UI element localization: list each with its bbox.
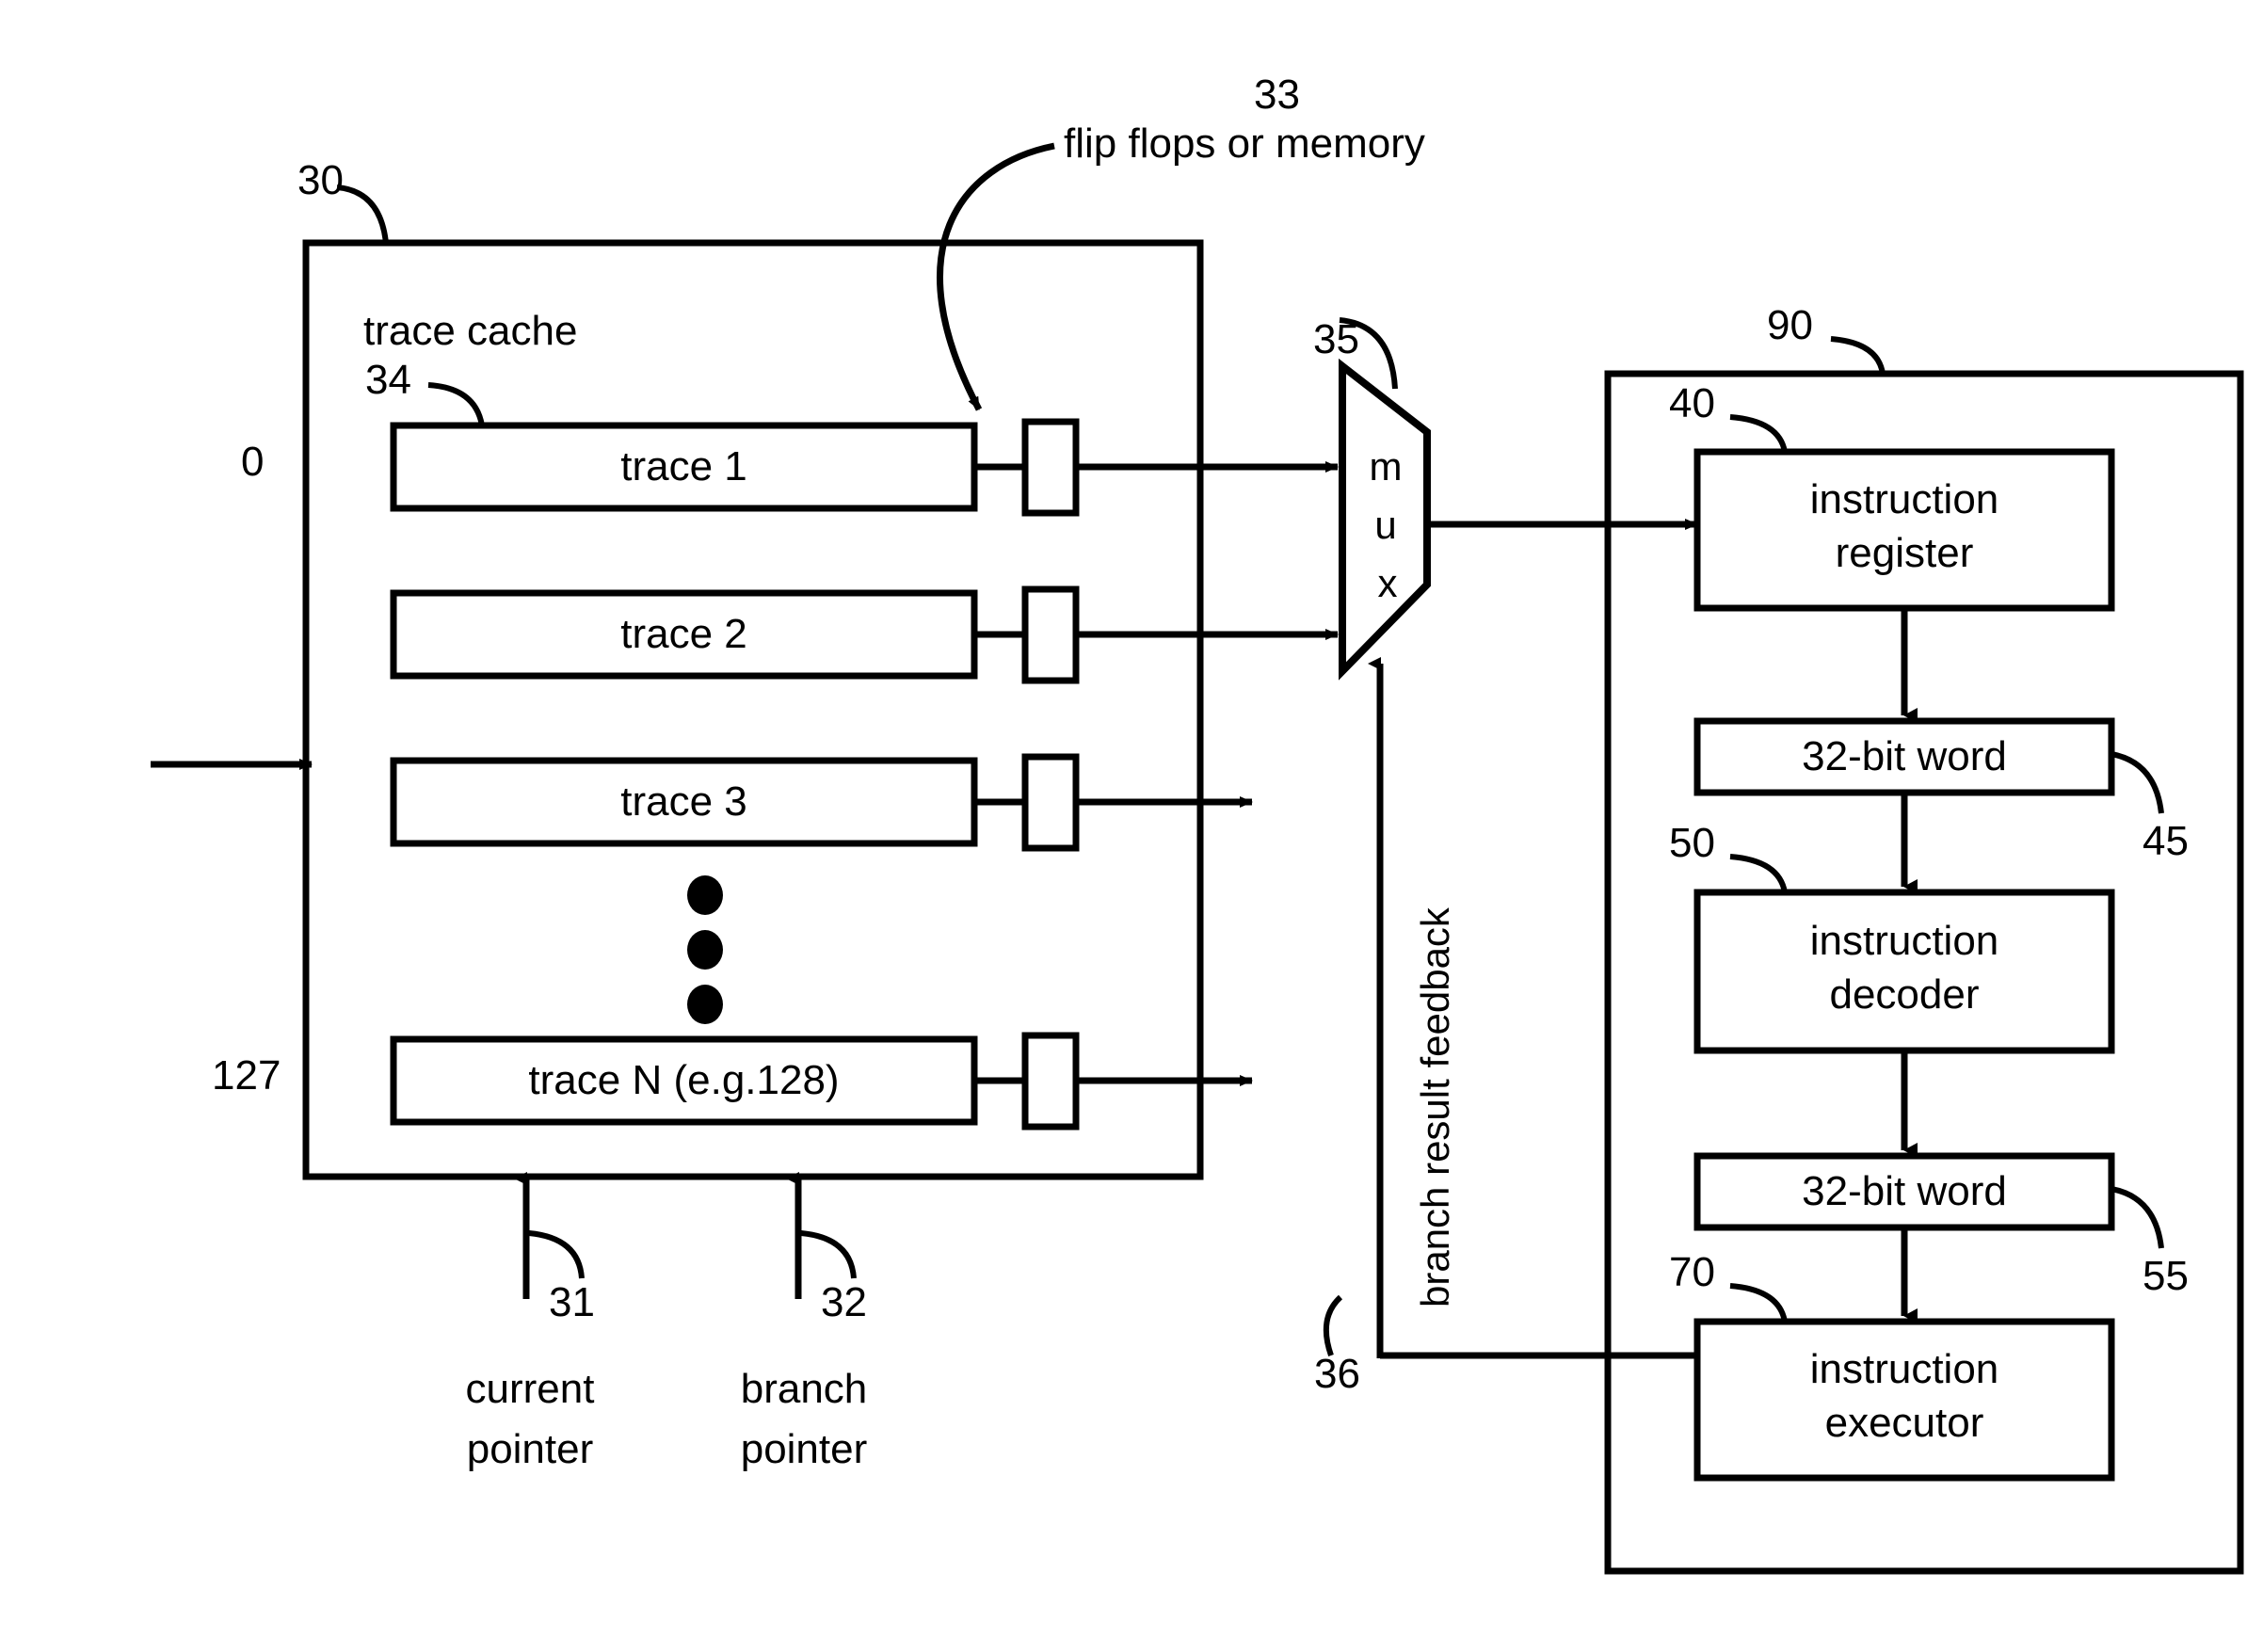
trace-row-label-n: trace N (e.g.128) — [528, 1057, 840, 1104]
leader-40 — [1729, 414, 1788, 453]
leader-36 — [1323, 1294, 1343, 1356]
flip-flop-box-1 — [1021, 418, 1080, 517]
current-pointer-label-line1: current — [465, 1366, 595, 1412]
leader-55 — [2111, 1186, 2164, 1249]
trace-row-label-2: trace 2 — [620, 611, 747, 658]
instruction-decoder-label-line2: decoder — [1829, 971, 1980, 1018]
ref-numeral-34: 34 — [365, 357, 411, 403]
ellipsis-dot-2 — [687, 930, 723, 970]
ref-numeral-32: 32 — [821, 1279, 867, 1325]
ellipsis-dot-1 — [687, 875, 723, 915]
figure-canvas: 30 trace cache 34 0 127 trace 1 trace 2 … — [0, 0, 2263, 1652]
mux-letter-m: m — [1369, 444, 1403, 489]
flip-flop-box-3 — [1021, 753, 1080, 852]
ref-numeral-50: 50 — [1669, 820, 1715, 866]
leader-34 — [427, 382, 485, 426]
branch-result-feedback-label: branch result feedback — [1413, 907, 1457, 1307]
ref-numeral-33: 33 — [1254, 72, 1300, 118]
instruction-decoder-label-line1: instruction — [1809, 918, 1999, 964]
trace-cache-label: trace cache — [363, 308, 578, 354]
branch-pointer-label-line1: branch — [740, 1366, 868, 1412]
ref-numeral-70: 70 — [1669, 1249, 1715, 1295]
ref-numeral-90: 90 — [1767, 302, 1813, 348]
ref-numeral-36: 36 — [1314, 1351, 1360, 1397]
trace-row-label-3: trace 3 — [620, 778, 747, 826]
ref-numeral-40: 40 — [1669, 380, 1715, 426]
instruction-executor-label-line2: executor — [1824, 1400, 1984, 1446]
mux-letter-x: x — [1377, 561, 1398, 605]
branch-pointer-label-line2: pointer — [740, 1426, 868, 1472]
leader-50 — [1729, 854, 1788, 893]
flip-flop-box-n — [1021, 1032, 1080, 1131]
index-label-top: 0 — [241, 439, 265, 485]
instruction-executor-label-line1: instruction — [1809, 1346, 1999, 1392]
ref-numeral-35: 35 — [1313, 316, 1359, 362]
index-label-bottom: 127 — [212, 1052, 281, 1099]
word-45-label: 32-bit word — [1802, 733, 2007, 780]
flip-flops-annotation: flip flops or memory — [1064, 120, 1425, 167]
instruction-register-label-line1: instruction — [1809, 476, 1999, 522]
leader-70 — [1729, 1283, 1788, 1323]
leader-30 — [336, 184, 389, 244]
leader-45 — [2111, 751, 2164, 814]
ref-numeral-55: 55 — [2143, 1253, 2189, 1299]
leader-31 — [528, 1230, 585, 1279]
word-55-label: 32-bit word — [1802, 1168, 2007, 1215]
instruction-register-label-line2: register — [1835, 530, 1974, 576]
leader-32 — [800, 1230, 857, 1279]
ref-numeral-30: 30 — [297, 157, 344, 203]
ellipsis-dot-3 — [687, 985, 723, 1024]
ref-numeral-31: 31 — [549, 1279, 595, 1325]
leader-90 — [1830, 336, 1886, 375]
trace-row-label-1: trace 1 — [620, 443, 747, 490]
leader-33-flipflops — [937, 142, 1055, 411]
ref-numeral-45: 45 — [2143, 818, 2189, 864]
mux-letter-u: u — [1374, 503, 1397, 547]
current-pointer-label-line2: pointer — [466, 1426, 594, 1472]
flip-flop-box-2 — [1021, 585, 1080, 684]
